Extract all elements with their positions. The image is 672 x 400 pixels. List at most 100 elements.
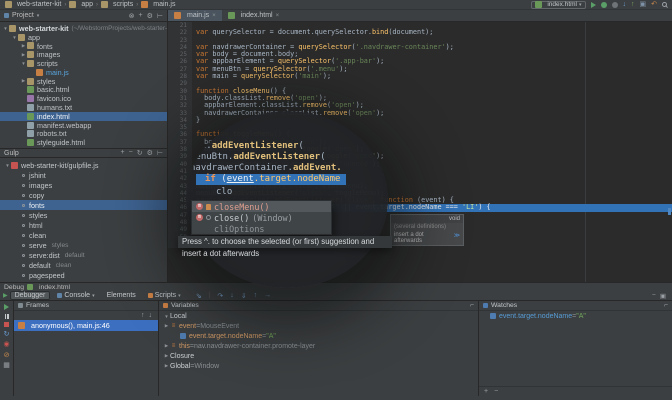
frame-up-icon[interactable]: ↑ xyxy=(141,312,145,319)
step-over-icon[interactable]: ↷ xyxy=(217,292,223,300)
search-icon[interactable] xyxy=(662,2,667,7)
editor-tab-main.js[interactable]: main.js× xyxy=(168,10,222,21)
gulp-task-html[interactable]: html xyxy=(0,220,167,230)
project-tree[interactable]: ▼web-starter-kit(~/WebstormProjects/web-… xyxy=(0,22,167,148)
add-icon[interactable]: + xyxy=(139,12,143,20)
pause-icon[interactable] xyxy=(5,314,9,319)
gulp-root[interactable]: ▼web-starter-kit/gulpfile.js xyxy=(0,160,167,170)
run-icon[interactable] xyxy=(591,2,596,8)
debug-tab-scripts[interactable]: Scripts▾ xyxy=(143,291,186,300)
coverage-icon[interactable] xyxy=(612,2,618,8)
gulp-task-serve:dist[interactable]: serve:distdefault xyxy=(0,250,167,260)
breadcrumb-item[interactable]: web-starter-kit xyxy=(5,1,61,8)
tree-item-index.html[interactable]: index.html xyxy=(0,112,167,121)
close-icon[interactable]: ⊗ xyxy=(129,12,135,20)
vcs-update-icon[interactable]: ↓ xyxy=(623,1,627,9)
chevron-down-icon[interactable]: ▾ xyxy=(37,13,40,19)
minimize-icon[interactable]: − xyxy=(652,292,656,300)
variable-row-event.target.nodeName[interactable]: event.target.nodeName = "A" xyxy=(479,311,672,321)
close-icon[interactable]: × xyxy=(276,13,280,19)
settings-icon[interactable]: ⚙ xyxy=(147,149,153,157)
gulp-task-serve[interactable]: servestyles xyxy=(0,240,167,250)
rerun-icon[interactable]: ↻ xyxy=(4,331,10,338)
gulp-task-styles[interactable]: styles xyxy=(0,210,167,220)
tree-item-web-starter-kit[interactable]: ▼web-starter-kit(~/WebstormProjects/web-… xyxy=(0,24,167,33)
tree-item-manifest.webapp[interactable]: manifest.webapp xyxy=(0,121,167,130)
variable-row-event.target.nodeName[interactable]: event.target.nodeName = "A" xyxy=(159,331,478,341)
step-out-icon[interactable]: ↑ xyxy=(254,292,258,300)
tree-item-robots.txt[interactable]: robots.txt xyxy=(0,130,167,139)
add-watch-icon[interactable]: + xyxy=(484,388,488,395)
scrollbar-marker[interactable] xyxy=(668,208,671,215)
breadcrumb-item[interactable]: app xyxy=(69,1,93,8)
gulp-task-copy[interactable]: copy xyxy=(0,190,167,200)
completion-item-closeMenu()[interactable]: mcloseMenu() xyxy=(192,201,331,212)
webstorm-window: web-starter-kit›app›scripts›main.js inde… xyxy=(0,0,672,400)
tree-item-humans.txt[interactable]: humans.txt xyxy=(0,103,167,112)
mute-breakpoints-icon[interactable]: ⊘ xyxy=(4,352,10,359)
remove-icon[interactable]: − xyxy=(129,149,133,157)
vcs-commit-icon[interactable]: ↑ xyxy=(631,1,635,9)
tree-item-fonts[interactable]: ▶fonts xyxy=(0,42,167,51)
debug-panel-header[interactable]: Debug index.html xyxy=(0,282,672,291)
back-icon[interactable]: ↶ xyxy=(651,1,657,9)
completion-item-close()[interactable]: mclose() (Window) xyxy=(192,212,331,223)
hide-icon[interactable]: ⊢ xyxy=(157,149,163,157)
step-into-icon[interactable]: ↓ xyxy=(230,292,234,300)
run-to-cursor-icon[interactable]: → xyxy=(264,292,271,300)
collapse-icon[interactable]: ⌐ xyxy=(470,302,474,309)
frame-down-icon[interactable]: ↓ xyxy=(149,312,153,319)
tree-item-favicon.ico[interactable]: favicon.ico xyxy=(0,94,167,103)
gulp-task-default[interactable]: defaultclean xyxy=(0,260,167,270)
restore-layout-icon[interactable]: ▦ xyxy=(3,362,10,369)
remove-watch-icon[interactable]: − xyxy=(494,388,498,395)
refresh-icon[interactable]: ↻ xyxy=(137,149,143,157)
restore-icon[interactable]: ▣ xyxy=(660,292,666,300)
tree-item-scripts[interactable]: ▼scripts xyxy=(0,59,167,68)
run-config-select[interactable]: index.html ▾ xyxy=(531,1,585,9)
show-execution-point-icon[interactable]: ⇘ xyxy=(196,292,202,300)
close-icon[interactable]: × xyxy=(212,13,216,19)
gulp-task-pagespeed[interactable]: pagespeed xyxy=(0,270,167,280)
watch-icon xyxy=(180,333,186,339)
debug-tab-elements[interactable]: Elements xyxy=(102,291,141,300)
project-panel-header[interactable]: Project ▾ ⊗+⚙⊢ xyxy=(0,10,168,21)
doc-definitions-link[interactable]: (several definitions) xyxy=(391,223,463,231)
view-breakpoints-icon[interactable]: ◉ xyxy=(3,341,9,348)
debug-tab-debugger[interactable]: Debugger xyxy=(10,291,51,300)
variable-row-this[interactable]: ▶≡this = nav.navdrawer-container.promote… xyxy=(159,341,478,351)
gulp-task-clean[interactable]: clean xyxy=(0,230,167,240)
gulp-task-fonts[interactable]: fonts xyxy=(0,200,167,210)
force-step-into-icon[interactable]: ⇓ xyxy=(241,292,247,300)
add-icon[interactable]: + xyxy=(121,149,125,157)
tree-item-images[interactable]: ▶images xyxy=(0,50,167,59)
gulp-panel-header[interactable]: Gulp +−↻⚙⊢ xyxy=(0,148,167,158)
variable-row-event[interactable]: ▶≡event = MouseEvent xyxy=(159,321,478,331)
debug-tab-console[interactable]: Console▾ xyxy=(52,291,99,300)
changes-icon[interactable]: ▣ xyxy=(640,1,647,9)
variable-row-Global[interactable]: ▶Global = Window xyxy=(159,361,478,371)
breadcrumb-item[interactable]: scripts xyxy=(101,1,133,8)
gulp-task-jshint[interactable]: jshint xyxy=(0,170,167,180)
collapse-icon[interactable]: ⌐ xyxy=(664,302,668,309)
tree-item-app[interactable]: ▼app xyxy=(0,33,167,42)
resume-icon[interactable] xyxy=(4,304,9,310)
magnified-code-line: navdrawerContainer.addEvent. xyxy=(190,163,342,173)
settings-icon[interactable]: ⚙ xyxy=(147,12,153,20)
gulp-task-list[interactable]: ▼web-starter-kit/gulpfile.jsjshintimages… xyxy=(0,158,167,282)
debug-icon[interactable] xyxy=(601,2,607,8)
tree-item-styles[interactable]: ▶styles xyxy=(0,77,167,86)
variable-row-Local[interactable]: ▼Local xyxy=(159,311,478,321)
gulp-task-images[interactable]: images xyxy=(0,180,167,190)
tree-item-basic.html[interactable]: basic.html xyxy=(0,86,167,95)
frame-row[interactable]: anonymous(), main.js:46 xyxy=(14,320,158,331)
hide-icon[interactable]: ⊢ xyxy=(157,12,163,20)
variable-row-Closure[interactable]: ▶Closure xyxy=(159,351,478,361)
stop-icon[interactable] xyxy=(4,322,9,327)
breadcrumb-item[interactable]: main.js xyxy=(141,1,175,8)
editor-tab-index.html[interactable]: index.html× xyxy=(222,10,285,21)
completion-item-cliOptions[interactable]: cliOptions xyxy=(192,223,331,234)
tree-item-main.js[interactable]: main.js xyxy=(0,68,167,77)
doc-more-link[interactable]: ≫ xyxy=(454,232,460,244)
tree-item-styleguide.html[interactable]: styleguide.html xyxy=(0,138,167,147)
